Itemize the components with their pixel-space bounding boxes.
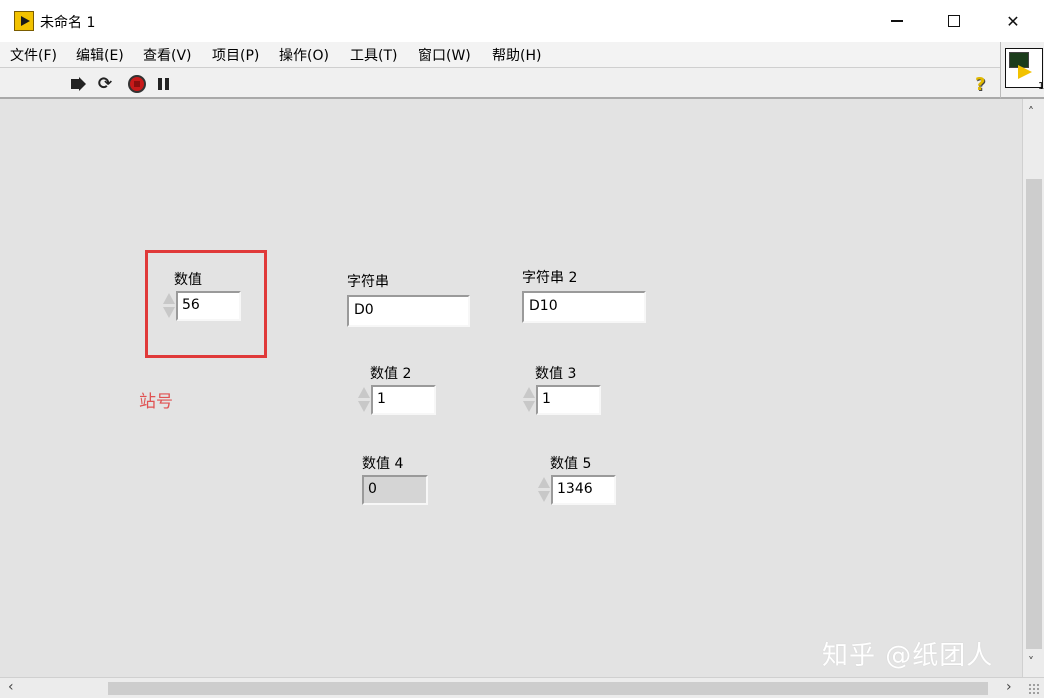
numeric-5-spinner[interactable] (536, 475, 551, 505)
numeric-4-value: 0 (362, 475, 428, 505)
menu-tools[interactable]: 工具(T) (350, 45, 397, 65)
resize-grip-icon[interactable] (1028, 683, 1040, 695)
increment-arrow-icon[interactable] (163, 293, 175, 304)
numeric-input[interactable]: 56 (176, 291, 241, 321)
string-input[interactable]: D0 (347, 295, 470, 327)
numeric-4-label: 数值 4 (362, 456, 404, 472)
maximize-button[interactable] (931, 4, 977, 38)
numeric-3-spinner[interactable] (521, 385, 536, 415)
horizontal-scrollbar[interactable]: ‹ › (0, 677, 1044, 698)
numeric-label: 数值 (174, 272, 202, 288)
decrement-arrow-icon[interactable] (358, 401, 370, 412)
decrement-arrow-icon[interactable] (163, 307, 175, 318)
menu-operate[interactable]: 操作(O) (279, 45, 329, 65)
numeric-2-control: 1 (356, 385, 436, 415)
run-continuously-icon[interactable]: ⟳ (95, 74, 115, 94)
string-label: 字符串 (347, 274, 389, 290)
title-bar: 未命名 1 ✕ (0, 0, 1044, 42)
menu-view[interactable]: 查看(V) (143, 45, 192, 65)
horizontal-scroll-thumb[interactable] (108, 682, 988, 695)
menu-help[interactable]: 帮助(H) (492, 45, 541, 65)
window-title: 未命名 1 (40, 15, 96, 31)
run-arrow-icon[interactable] (68, 74, 88, 94)
numeric-5-input[interactable]: 1346 (551, 475, 616, 505)
labview-app-icon (14, 11, 34, 31)
scroll-left-icon[interactable]: ‹ (8, 679, 14, 695)
numeric-2-spinner[interactable] (356, 385, 371, 415)
decrement-arrow-icon[interactable] (538, 491, 550, 502)
numeric-spinner[interactable] (161, 291, 176, 321)
vertical-scroll-thumb[interactable] (1026, 179, 1042, 649)
front-panel: 数值 56 字符串 D0 字符串 2 D10 数值 2 1 数值 3 1 数值 … (0, 99, 1022, 677)
menu-bar: 文件(F) 编辑(E) 查看(V) 项目(P) 操作(O) 工具(T) 窗口(W… (0, 42, 1000, 68)
menu-file[interactable]: 文件(F) (10, 45, 57, 65)
toolbar: ⟳ (0, 68, 1000, 99)
scroll-right-icon[interactable]: › (1006, 679, 1012, 695)
menu-project[interactable]: 项目(P) (212, 45, 259, 65)
increment-arrow-icon[interactable] (538, 477, 550, 488)
numeric-2-label: 数值 2 (370, 366, 412, 382)
numeric-3-label: 数值 3 (535, 366, 577, 382)
minimize-icon (891, 20, 903, 22)
context-help-icon[interactable]: ? (975, 74, 985, 95)
menu-window[interactable]: 窗口(W) (418, 45, 471, 65)
vi-icon[interactable]: 1 (1005, 48, 1044, 92)
decrement-arrow-icon[interactable] (523, 401, 535, 412)
minimize-button[interactable] (874, 4, 920, 38)
numeric-3-input[interactable]: 1 (536, 385, 601, 415)
abort-stop-icon[interactable] (127, 74, 147, 94)
vi-icon-pane: 1 (1000, 42, 1044, 99)
numeric-4-indicator: 0 (362, 475, 428, 505)
increment-arrow-icon[interactable] (523, 387, 535, 398)
increment-arrow-icon[interactable] (358, 387, 370, 398)
numeric-control: 56 (161, 291, 241, 321)
close-icon: ✕ (1006, 11, 1020, 31)
watermark: 知乎 @纸团人 (822, 641, 994, 671)
vi-icon-number: 1 (1038, 81, 1044, 92)
vertical-scrollbar[interactable]: ˄ ˅ (1022, 99, 1044, 677)
numeric-5-label: 数值 5 (550, 456, 592, 472)
string-2-label: 字符串 2 (522, 270, 578, 286)
numeric-3-control: 1 (521, 385, 601, 415)
string-2-input[interactable]: D10 (522, 291, 646, 323)
pause-icon[interactable] (153, 74, 173, 94)
scroll-up-icon[interactable]: ˄ (1028, 105, 1034, 119)
scroll-down-icon[interactable]: ˅ (1028, 655, 1034, 669)
close-button[interactable]: ✕ (990, 4, 1036, 38)
numeric-2-input[interactable]: 1 (371, 385, 436, 415)
station-annotation: 站号 (139, 392, 173, 412)
menu-edit[interactable]: 编辑(E) (76, 45, 124, 65)
numeric-5-control: 1346 (536, 475, 616, 505)
maximize-icon (948, 15, 960, 27)
